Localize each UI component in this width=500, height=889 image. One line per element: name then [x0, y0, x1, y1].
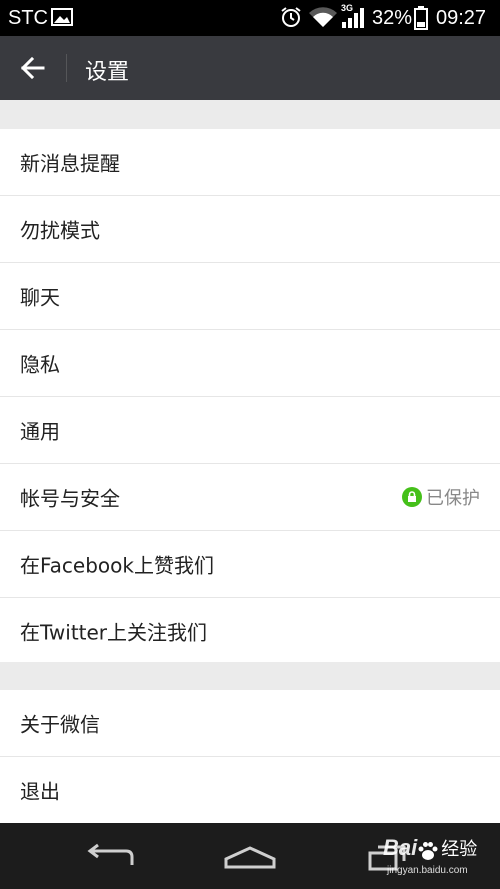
status-bar: STC 3G 32% 09:27 — [0, 0, 500, 36]
watermark-brand: Bai — [383, 835, 418, 860]
settings-item-label: 通用 — [20, 419, 60, 444]
settings-group-main: 新消息提醒 勿扰模式 聊天 隐私 通用 帐号与安全 已保护 在Facebook上… — [0, 129, 500, 662]
settings-item-label: 在Facebook上赞我们 — [20, 553, 214, 578]
settings-item-label: 帐号与安全 — [20, 486, 120, 511]
nav-back-icon — [87, 843, 134, 865]
battery-icon — [414, 6, 428, 36]
system-nav-bar: Bai 经验 jingyan.baidu.com — [0, 823, 500, 889]
action-bar-divider — [66, 54, 67, 82]
settings-item-label: 关于微信 — [20, 712, 100, 737]
baidu-watermark: Bai 经验 jingyan.baidu.com — [383, 835, 478, 876]
wifi-icon — [308, 6, 338, 34]
protection-status: 已保护 — [402, 484, 480, 510]
settings-item-label: 勿扰模式 — [20, 218, 100, 243]
watermark-suffix: 经验 — [441, 839, 478, 859]
alarm-icon — [280, 6, 302, 34]
lock-icon — [402, 487, 422, 507]
settings-item-account-security[interactable]: 帐号与安全 已保护 — [0, 463, 500, 530]
image-notification-icon — [51, 8, 73, 32]
watermark-url: jingyan.baidu.com — [387, 865, 468, 876]
nav-home-icon — [224, 846, 276, 869]
settings-item-facebook[interactable]: 在Facebook上赞我们 — [0, 530, 500, 597]
nav-home-button[interactable] — [222, 845, 278, 875]
settings-item-twitter[interactable]: 在Twitter上关注我们 — [0, 597, 500, 664]
protection-status-label: 已保护 — [426, 488, 480, 509]
back-button[interactable] — [10, 46, 56, 90]
settings-item-label: 聊天 — [20, 285, 60, 310]
settings-item-do-not-disturb[interactable]: 勿扰模式 — [0, 195, 500, 262]
settings-item-privacy[interactable]: 隐私 — [0, 329, 500, 396]
settings-item-label: 退出 — [20, 779, 60, 804]
settings-item-logout[interactable]: 退出 — [0, 756, 500, 823]
action-bar: 设置 — [0, 36, 500, 100]
settings-item-label: 新消息提醒 — [20, 151, 120, 176]
carrier-label: STC — [8, 7, 48, 29]
settings-item-chat[interactable]: 聊天 — [0, 262, 500, 329]
battery-percent: 32% — [372, 7, 413, 29]
arrow-left-icon — [21, 57, 45, 79]
settings-group-secondary: 关于微信 退出 — [0, 690, 500, 823]
settings-item-general[interactable]: 通用 — [0, 396, 500, 463]
settings-item-label: 在Twitter上关注我们 — [20, 620, 208, 645]
clock: 09:27 — [436, 7, 487, 29]
paw-icon — [418, 841, 438, 860]
page-title: 设置 — [85, 60, 130, 85]
settings-item-label: 隐私 — [20, 352, 60, 377]
settings-item-new-message-notify[interactable]: 新消息提醒 — [0, 129, 500, 195]
nav-back-button[interactable] — [86, 843, 136, 873]
signal-strength-icon — [342, 7, 368, 35]
settings-item-about[interactable]: 关于微信 — [0, 690, 500, 756]
